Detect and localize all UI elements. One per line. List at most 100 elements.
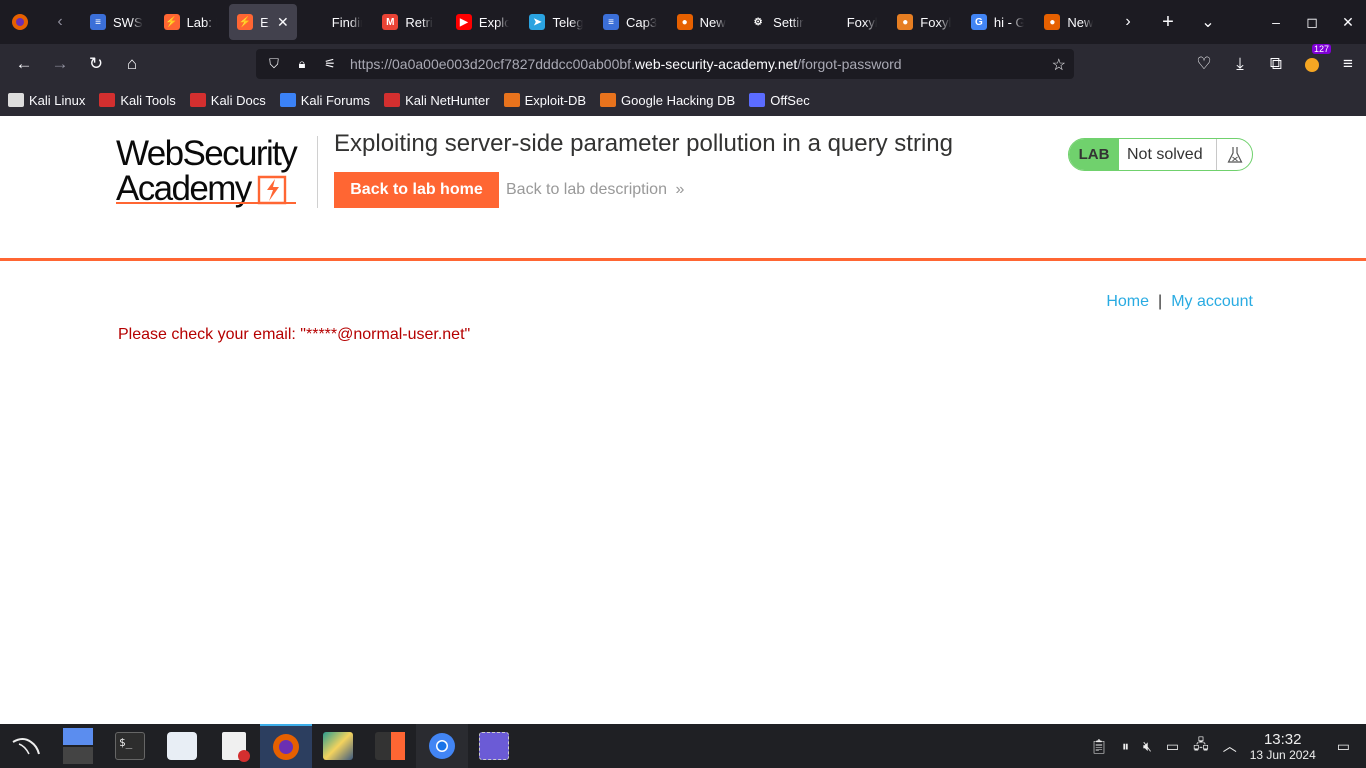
bookmark-label: Google Hacking DB bbox=[621, 92, 736, 108]
scroll-tabs-left-icon[interactable]: ‹ bbox=[40, 0, 80, 44]
tab[interactable]: ● New bbox=[669, 4, 739, 40]
home-link[interactable]: Home bbox=[1106, 293, 1149, 310]
logo-line-1: WebSecurity bbox=[116, 134, 298, 173]
tab[interactable]: Finding a bbox=[301, 4, 371, 40]
minimize-icon[interactable]: – bbox=[1258, 14, 1294, 30]
burp-suite-icon[interactable] bbox=[364, 724, 416, 768]
url-bar[interactable]: ⛉ 🔒︎ ⚟ https://0a0a00e003d20cf7827dddcc0… bbox=[256, 49, 1074, 79]
home-icon[interactable]: ⌂ bbox=[114, 48, 150, 80]
menu-icon[interactable]: ≡ bbox=[1330, 48, 1366, 80]
back-to-lab-home-button[interactable]: Back to lab home bbox=[334, 172, 499, 208]
text-editor-icon[interactable] bbox=[208, 724, 260, 768]
tab[interactable]: ● Foxyl bbox=[889, 4, 959, 40]
tab-favicon-icon: ▶ bbox=[455, 14, 472, 30]
show-desktop-icon[interactable]: ▭ bbox=[1337, 738, 1350, 755]
clock-time: 13:32 bbox=[1263, 730, 1302, 748]
lock-icon[interactable]: 🔒︎ bbox=[294, 56, 310, 72]
bookmark-label: Kali Tools bbox=[120, 92, 176, 108]
tab-favicon-icon: ● bbox=[1044, 14, 1061, 30]
bookmark-label: OffSec bbox=[770, 92, 810, 108]
terminal-icon[interactable]: $_ bbox=[104, 724, 156, 768]
tab[interactable]: ⚙ Settir bbox=[742, 4, 812, 40]
tab[interactable]: M Retri bbox=[374, 4, 444, 40]
tracking-protection-icon[interactable]: ⛉ bbox=[266, 56, 282, 72]
close-tab-icon[interactable]: ✕ bbox=[277, 14, 289, 31]
downloads-icon[interactable]: ⤓ bbox=[1222, 48, 1258, 80]
top-navigation: Home | My account bbox=[1106, 293, 1253, 311]
tab[interactable]: Foxyl bbox=[816, 4, 886, 40]
extensions-icon[interactable]: ⧉ bbox=[1258, 48, 1294, 80]
workspace-switcher-icon[interactable] bbox=[52, 724, 104, 768]
tab-favicon-icon: G bbox=[970, 14, 987, 30]
battery-icon[interactable]: ▭ bbox=[1166, 738, 1179, 755]
maximize-icon[interactable]: ◻ bbox=[1294, 14, 1330, 31]
tab[interactable]: ≡ SWS bbox=[82, 4, 152, 40]
back-to-lab-description-link[interactable]: Back to lab description » bbox=[506, 181, 684, 199]
web-page: WebSecurity Academy Exploiting server-si… bbox=[0, 116, 1366, 724]
bookmark-item[interactable]: Kali Forums bbox=[279, 92, 371, 108]
tab[interactable]: ▶ Explo bbox=[448, 4, 518, 40]
pocket-icon[interactable]: ♡ bbox=[1186, 48, 1222, 80]
bookmark-item[interactable]: OffSec bbox=[749, 93, 810, 108]
network-icon[interactable]: 🖧︎ bbox=[1193, 734, 1209, 758]
tab[interactable]: ≡ Cap3 bbox=[595, 4, 665, 40]
tab-favicon-icon: ● bbox=[676, 14, 693, 30]
bookmark-item[interactable]: Kali Linux bbox=[8, 93, 85, 108]
app-launcher-icon[interactable] bbox=[312, 724, 364, 768]
file-manager-icon[interactable] bbox=[156, 724, 208, 768]
new-tab-icon[interactable]: + bbox=[1148, 0, 1188, 44]
reload-icon[interactable]: ↻ bbox=[78, 48, 114, 80]
tray-expand-icon[interactable]: ︿ bbox=[1223, 736, 1237, 756]
tab-label: Exp bbox=[260, 14, 270, 30]
lab-status-text: Not solved bbox=[1127, 145, 1203, 163]
forward-icon[interactable]: → bbox=[42, 48, 78, 80]
web-security-academy-logo[interactable]: WebSecurity Academy bbox=[116, 136, 316, 208]
bookmark-label: Kali Linux bbox=[29, 92, 86, 108]
tab[interactable]: ⚡ Lab: I bbox=[156, 4, 226, 40]
chromium-icon[interactable] bbox=[416, 724, 468, 768]
logo-underline bbox=[116, 202, 296, 204]
firefox-view-icon[interactable] bbox=[0, 0, 40, 44]
tab[interactable]: ➤ Teleg bbox=[521, 4, 591, 40]
bookmark-item[interactable]: Exploit-DB bbox=[503, 92, 587, 108]
tab-label: Explo bbox=[478, 14, 510, 30]
clock[interactable]: 13:32 13 Jun 2024 bbox=[1250, 731, 1316, 762]
tab-list: ≡ SWS ⚡ Lab: I ⚡ Exp ✕ Finding a M Retri ▶ Explo ➤ Te… bbox=[80, 0, 1108, 44]
tab-favicon-icon: M bbox=[382, 14, 399, 30]
kali-menu-icon[interactable] bbox=[0, 724, 52, 768]
permissions-icon[interactable]: ⚟ bbox=[322, 56, 338, 72]
tab-strip: ‹ ≡ SWS ⚡ Lab: I ⚡ Exp ✕ Finding a M Retri ▶ Explo ➤… bbox=[0, 0, 1366, 44]
double-chevron-right-icon: » bbox=[675, 181, 685, 198]
extension-foxyproxy-icon[interactable]: 127 bbox=[1294, 44, 1332, 80]
tab-favicon-icon: ➤ bbox=[529, 14, 546, 30]
back-icon[interactable]: ← bbox=[6, 48, 42, 80]
lab-status-widget: LAB Not solved bbox=[1068, 138, 1253, 171]
tab[interactable]: ● New bbox=[1036, 4, 1106, 40]
my-account-link[interactable]: My account bbox=[1171, 293, 1253, 310]
scroll-tabs-right-icon[interactable]: › bbox=[1108, 0, 1148, 44]
clipboard-icon[interactable]: 📋︎ bbox=[1090, 738, 1108, 755]
url-path: /forgot-password bbox=[797, 56, 902, 72]
tab-favicon-icon: ⚡ bbox=[237, 14, 254, 30]
bookmark-label: Kali Forums bbox=[300, 92, 371, 108]
tab-favicon-icon: ⚙ bbox=[753, 16, 763, 28]
bookmark-label: Kali Docs bbox=[210, 92, 266, 108]
header-divider bbox=[317, 136, 318, 208]
close-window-icon[interactable]: ✕ bbox=[1330, 14, 1366, 31]
list-all-tabs-icon[interactable]: ⌄ bbox=[1188, 0, 1228, 44]
volume-muted-icon[interactable]: 🔇︎ bbox=[1143, 738, 1152, 755]
tab[interactable]: Ghi - G bbox=[963, 4, 1033, 40]
clock-date: 13 Jun 2024 bbox=[1249, 747, 1316, 762]
back-to-lab-description-label: Back to lab description bbox=[506, 181, 667, 198]
media-pause-icon[interactable]: ⏸︎ bbox=[1122, 738, 1129, 755]
screenshot-tool-icon[interactable] bbox=[468, 724, 520, 768]
bookmark-item[interactable]: Google Hacking DB bbox=[600, 93, 735, 108]
tab[interactable]: ⚡ Exp ✕ bbox=[229, 4, 297, 40]
bookmark-item[interactable]: Kali Tools bbox=[99, 92, 176, 108]
bookmark-star-icon[interactable]: ☆ bbox=[1052, 55, 1066, 75]
firefox-taskbar-icon[interactable] bbox=[260, 724, 312, 768]
tab-label: New bbox=[1067, 14, 1094, 30]
bookmark-item[interactable]: Kali NetHunter bbox=[384, 93, 490, 108]
bookmark-label: Exploit-DB bbox=[524, 92, 587, 108]
bookmark-item[interactable]: Kali Docs bbox=[189, 92, 266, 108]
